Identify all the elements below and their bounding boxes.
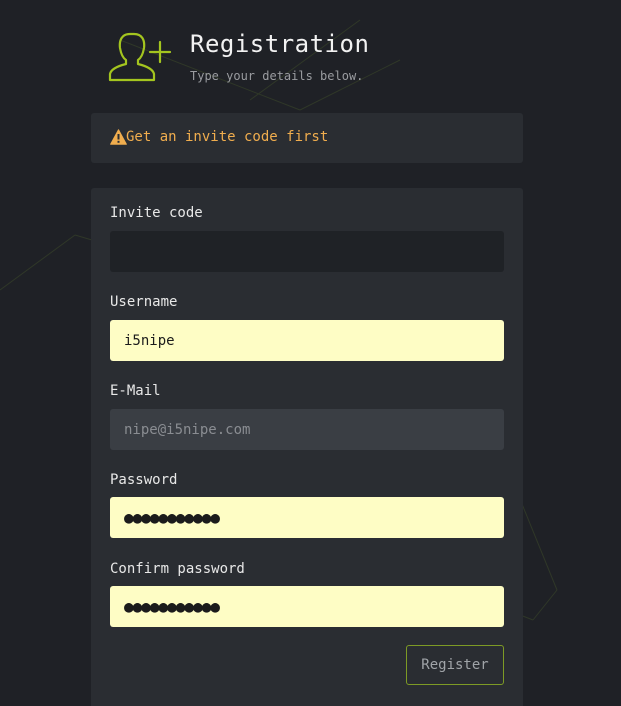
warning-icon	[110, 129, 127, 145]
email-label: E-Mail	[110, 383, 161, 399]
alert-text: Get an invite code first	[126, 129, 329, 145]
page-title: Registration	[190, 30, 370, 58]
invite-code-input[interactable]	[110, 231, 504, 272]
password-label: Password	[110, 472, 178, 488]
registration-page: Registration Type your details below. Ge…	[0, 0, 621, 706]
invite-code-label: Invite code	[110, 205, 203, 221]
confirm-password-label: Confirm password	[110, 561, 245, 577]
page-header: Registration Type your details below.	[108, 28, 528, 88]
registration-form: Invite code Username E-Mail Password Con…	[91, 188, 523, 706]
register-button[interactable]: Register	[406, 645, 504, 685]
page-subtitle: Type your details below.	[190, 69, 364, 83]
invite-warning-alert: Get an invite code first	[91, 113, 523, 163]
username-input[interactable]	[110, 320, 504, 361]
username-label: Username	[110, 294, 178, 310]
confirm-password-input[interactable]	[110, 586, 504, 627]
password-input[interactable]	[110, 497, 504, 538]
add-user-icon	[108, 32, 172, 82]
email-input[interactable]	[110, 409, 504, 450]
